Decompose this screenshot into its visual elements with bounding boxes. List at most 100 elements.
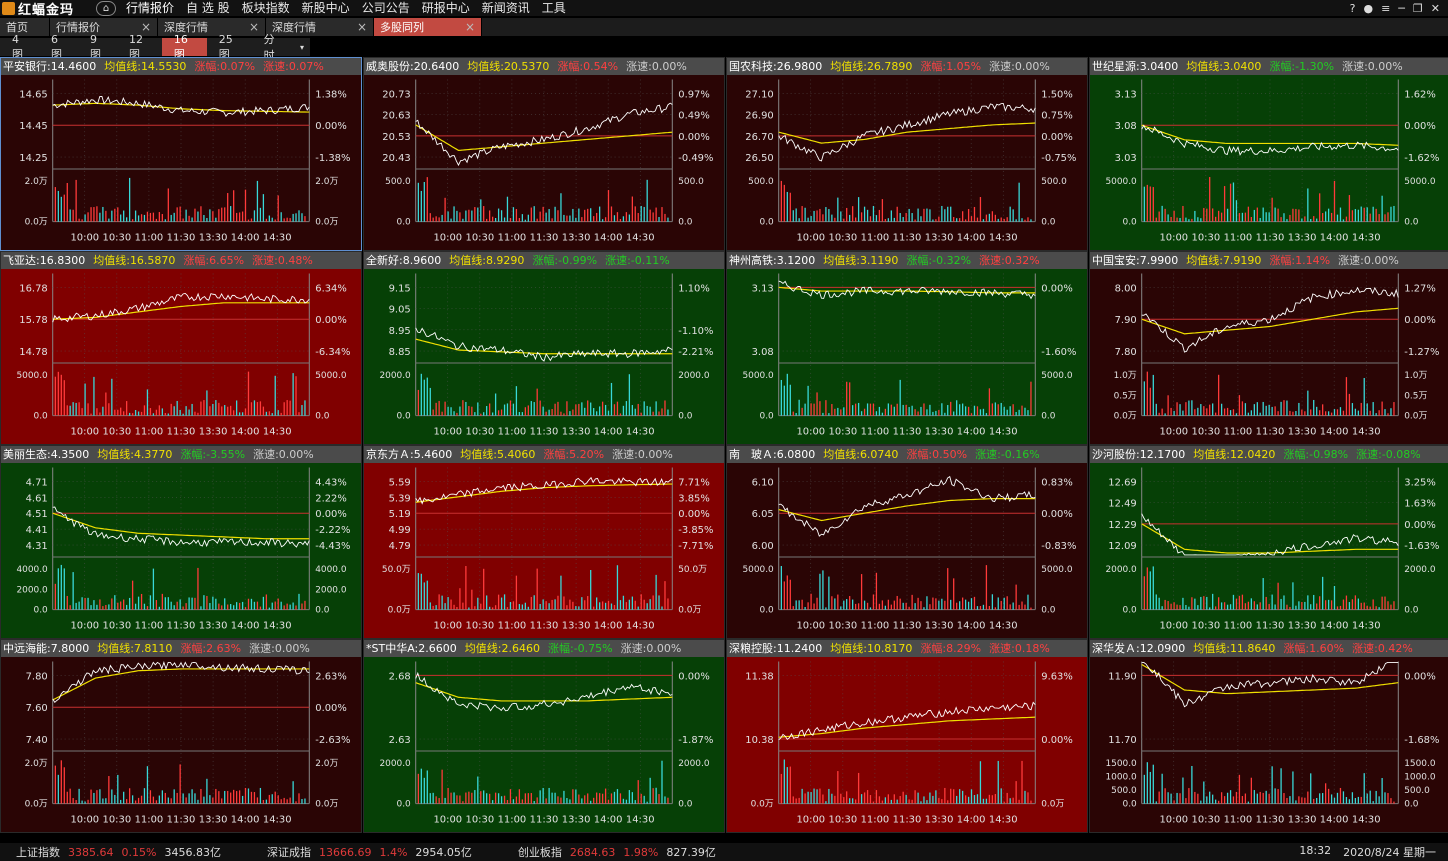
stock-panel[interactable]: 神州高铁:3.1200 均值线:3.1190 涨幅:-0.32% 涨速:0.32% 3.…: [726, 251, 1088, 445]
stock-name-price: 神州高铁:3.1200: [729, 254, 815, 267]
time-tick-label: 11:30: [167, 427, 196, 438]
stock-panel[interactable]: 深华发Ａ:12.0900 均值线:11.8640 涨幅:1.60% 涨速:0.42% 1…: [1089, 639, 1448, 833]
close-icon[interactable]: ✕: [1431, 2, 1440, 15]
stock-panel[interactable]: *ST中华A:2.6600 均值线:2.6460 涨幅:-0.75% 涨速:0.00%…: [363, 639, 725, 833]
volume-bar: [1197, 217, 1199, 222]
menu-item[interactable]: 自 选 股: [180, 0, 236, 16]
volume-bar: [149, 408, 152, 416]
volume-bar: [1197, 605, 1199, 610]
tab-close-icon[interactable]: ×: [249, 20, 259, 34]
volume-bar: [81, 800, 83, 804]
menu-icon[interactable]: ≡: [1381, 2, 1390, 15]
tab[interactable]: 深度行情 ×: [266, 18, 374, 36]
stock-panel[interactable]: 深粮控股:11.2400 均值线:10.8170 涨幅:8.29% 涨速:0.18% 1…: [726, 639, 1088, 833]
volume-bar: [1330, 794, 1333, 804]
menu-item[interactable]: 行情报价: [120, 0, 180, 16]
speed-number: 0.32%: [1004, 254, 1040, 267]
restore-icon[interactable]: ❐: [1413, 2, 1423, 15]
volume-bar: [533, 402, 535, 416]
index-pct: 1.4%: [379, 845, 408, 859]
change-number: 0.50%: [932, 448, 968, 461]
stock-panel[interactable]: 飞亚达:16.8300 均值线:16.5870 涨幅:6.65% 涨速:0.48% 16…: [0, 251, 362, 445]
volume-bar: [947, 800, 949, 804]
stock-panel[interactable]: 威奥股份:20.6400 均值线:20.5370 涨幅:0.54% 涨速:0.00% 2…: [363, 57, 725, 251]
volume-bar: [622, 595, 625, 610]
index-quote[interactable]: 上证指数 3385.64 0.15% 3456.83亿: [16, 844, 221, 860]
home-icon[interactable]: ⌂: [96, 0, 116, 16]
stock-name-price: 京东方Ａ:5.4600: [366, 448, 452, 461]
volume-bar: [194, 597, 196, 610]
stock-panel[interactable]: 中远海能:7.8000 均值线:7.8110 涨幅:2.63% 涨速:0.00% 7.8…: [0, 639, 362, 833]
volume-bar: [590, 402, 592, 416]
volume-bar: [959, 218, 961, 222]
menu-item[interactable]: 工具: [536, 0, 572, 16]
volume-tick-label: 2000.0: [379, 371, 411, 381]
volume-bar: [167, 188, 169, 222]
stock-panel[interactable]: 美丽生态:4.3500 均值线:4.3770 涨幅:-3.55% 涨速:0.00% 4.…: [0, 445, 362, 639]
stock-panel[interactable]: 南 玻Ａ:6.0800 均值线:6.0740 涨幅:0.50% 涨速:-0.16% 6.…: [726, 445, 1088, 639]
volume-bar: [1345, 216, 1348, 222]
change-value: 涨幅:1.14%: [1269, 254, 1330, 267]
volume-bar: [468, 406, 470, 416]
grid-option[interactable]: 25图: [207, 33, 252, 61]
grid-option[interactable]: 12图: [117, 33, 162, 61]
volume-bar: [893, 406, 895, 416]
volume-bar: [631, 792, 634, 804]
volume-bar: [1366, 793, 1368, 804]
index-quote[interactable]: 深证成指 13666.69 1.4% 2954.05亿: [267, 844, 472, 860]
volume-bar: [667, 409, 669, 416]
stock-panel[interactable]: 国农科技:26.9800 均值线:26.7890 涨幅:1.05% 涨速:0.00% 2…: [726, 57, 1088, 251]
grid-option[interactable]: 分时: [252, 33, 294, 62]
volume-bar: [1155, 403, 1157, 416]
volume-bar: [1363, 377, 1365, 416]
volume-bar: [899, 379, 901, 416]
user-icon[interactable]: ●: [1363, 2, 1373, 15]
tab[interactable]: 多股同列 ×: [374, 18, 482, 36]
price-tick-label: 7.40: [26, 735, 48, 746]
grid-option[interactable]: 16图: [161, 33, 207, 61]
time-tick-label: 10:00: [796, 621, 825, 632]
grid-option[interactable]: 6图: [39, 33, 78, 61]
menu-item[interactable]: 公司公告: [356, 0, 416, 16]
volume-bar: [575, 606, 577, 610]
tab-close-icon[interactable]: ×: [465, 20, 475, 34]
time-tick-label: 14:00: [1320, 427, 1349, 438]
volume-bar: [286, 400, 288, 416]
volume-bar: [637, 213, 639, 222]
volume-bar: [1357, 598, 1360, 610]
minimize-icon[interactable]: ─: [1398, 2, 1405, 15]
pct-tick-label: 0.00%: [1404, 315, 1436, 326]
volume-bar: [417, 773, 419, 804]
stock-panel[interactable]: 世纪星源:3.0400 均值线:3.0400 涨幅:-1.30% 涨速:0.00% 3.…: [1089, 57, 1448, 251]
volume-bar: [1316, 798, 1318, 804]
tab-close-icon[interactable]: ×: [357, 20, 367, 34]
pct-tick-label: 7.71%: [678, 477, 710, 488]
menu-item[interactable]: 板块指数: [236, 0, 296, 16]
menu-item[interactable]: 新股中心: [296, 0, 356, 16]
volume-bar: [789, 766, 791, 804]
status-bar: 上证指数 3385.64 0.15% 3456.83亿 深证成指 13666.69 1.4%…: [0, 843, 1448, 861]
stock-panel[interactable]: 平安银行:14.4600 均值线:14.5530 涨幅:0.07% 涨速:0.07% 1…: [0, 57, 362, 251]
volume-bar: [146, 211, 149, 222]
stock-panel[interactable]: 全新好:8.9600 均值线:8.9290 涨幅:-0.99% 涨速:-0.11% 9.…: [363, 251, 725, 445]
volume-bar: [203, 796, 205, 804]
volume-bar: [304, 798, 306, 804]
menu-item[interactable]: 新闻资讯: [476, 0, 536, 16]
dropdown-icon[interactable]: ▾: [294, 38, 310, 56]
price-tick-label: 2.68: [389, 671, 411, 682]
grid-option[interactable]: 4图: [0, 33, 39, 61]
stock-panel[interactable]: 京东方Ａ:5.4600 均值线:5.4060 涨幅:5.20% 涨速:0.00% 5.5…: [363, 445, 725, 639]
stock-panel[interactable]: 中国宝安:7.9900 均值线:7.9190 涨幅:1.14% 涨速:0.00% 8.0…: [1089, 251, 1448, 445]
volume-bar: [1229, 410, 1232, 416]
volume-bar: [527, 405, 529, 416]
volume-bar: [1229, 604, 1232, 610]
help-icon[interactable]: ?: [1350, 2, 1356, 15]
volume-bar: [170, 403, 172, 416]
volume-bar: [131, 580, 134, 610]
stock-panel[interactable]: 沙河股份:12.1700 均值线:12.0420 涨幅:-0.98% 涨速:-0.08…: [1089, 445, 1448, 639]
menu-item[interactable]: 研报中心: [416, 0, 476, 16]
grid-option[interactable]: 9图: [78, 33, 117, 61]
time-tick-label: 14:30: [626, 233, 655, 244]
time-tick-label: 14:00: [1320, 621, 1349, 632]
index-quote[interactable]: 创业板指 2684.63 1.98% 827.39亿: [518, 844, 716, 860]
